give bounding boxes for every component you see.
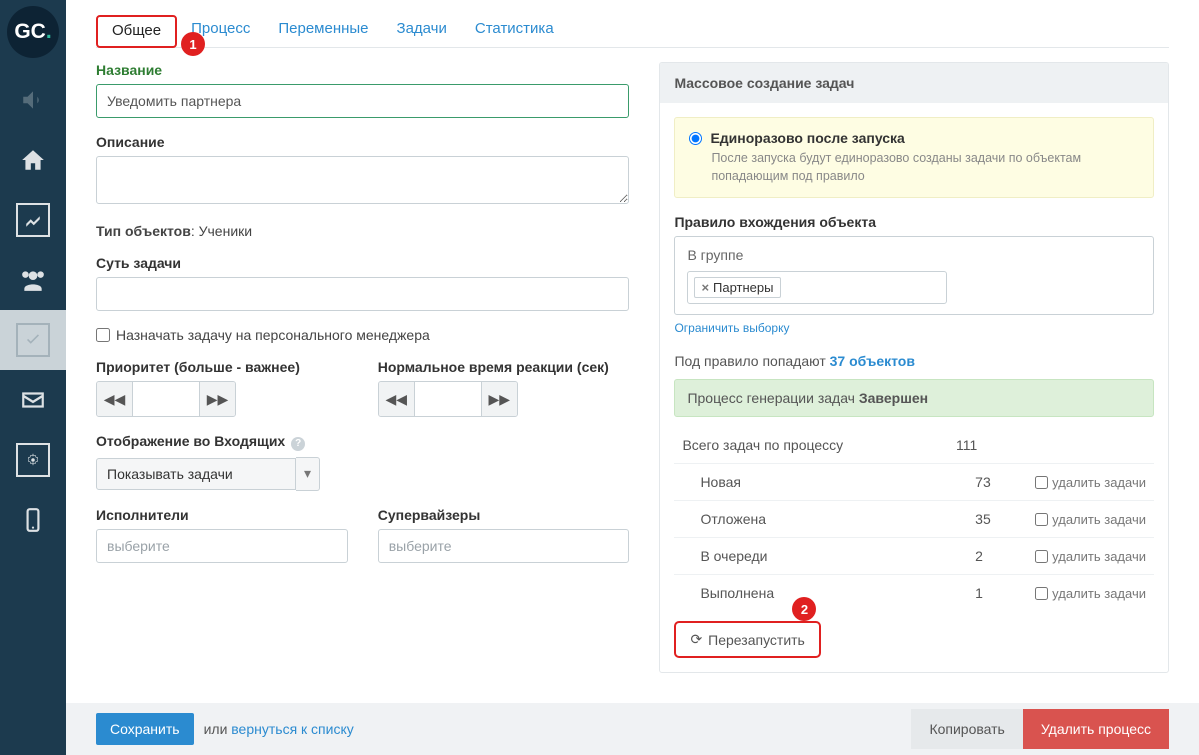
- total-label: Всего задач по процессу: [682, 437, 956, 453]
- obj-type-label: Тип объектов: [96, 223, 191, 239]
- save-button[interactable]: Сохранить: [96, 713, 194, 745]
- reaction-dec-icon[interactable]: ◀◀: [379, 382, 415, 416]
- supervisors-label: Супервайзеры: [378, 507, 630, 523]
- inbox-label: Отображение во Входящих?: [96, 433, 629, 451]
- name-input[interactable]: [96, 84, 629, 118]
- stats-table: Всего задач по процессу 111 Новая 73 уда…: [674, 427, 1154, 611]
- reaction-inc-icon[interactable]: ▶▶: [481, 382, 517, 416]
- row-done-del-checkbox[interactable]: [1035, 587, 1048, 600]
- row-new-del-checkbox[interactable]: [1035, 476, 1048, 489]
- speaker-icon[interactable]: [0, 70, 66, 130]
- launch-mode-box: Единоразово после запуска После запуска …: [674, 117, 1154, 198]
- back-link[interactable]: вернуться к списку: [231, 721, 353, 737]
- mass-panel: Массовое создание задач Единоразово посл…: [659, 62, 1169, 673]
- logo-dot: .: [46, 20, 52, 44]
- inbox-select[interactable]: Показывать задачи: [96, 458, 296, 490]
- supervisors-input[interactable]: выберите: [378, 529, 630, 563]
- priority-dec-icon[interactable]: ◀◀: [97, 382, 133, 416]
- obj-type-value: Ученики: [199, 223, 252, 239]
- tab-stats[interactable]: Статистика: [461, 14, 568, 47]
- priority-label: Приоритет (больше - важнее): [96, 359, 348, 375]
- priority-value[interactable]: [133, 382, 199, 416]
- tag-partners: ×Партнеры: [694, 277, 780, 298]
- main-content: Общее Процесс Переменные Задачи Статисти…: [66, 0, 1199, 703]
- objects-link[interactable]: 37 объектов: [830, 353, 915, 369]
- mail-icon[interactable]: [0, 370, 66, 430]
- panel-header: Массовое создание задач: [660, 63, 1168, 103]
- row-postponed-label: Отложена: [682, 511, 975, 527]
- priority-stepper[interactable]: ◀◀ ▶▶: [96, 381, 236, 417]
- once-desc: После запуска будут единоразово созданы …: [711, 150, 1139, 185]
- name-label: Название: [96, 62, 629, 78]
- assign-pm-checkbox[interactable]: [96, 328, 110, 342]
- refresh-icon: ⟳: [690, 631, 702, 648]
- logo-c: C: [31, 20, 46, 44]
- rule-tag-input[interactable]: ×Партнеры: [687, 271, 947, 304]
- total-value: 111: [956, 437, 1016, 453]
- footer: Сохранить или вернуться к списку Копиров…: [66, 703, 1199, 755]
- gen-status: Процесс генерации задач Завершен: [674, 379, 1154, 417]
- copy-button[interactable]: Копировать: [911, 709, 1022, 749]
- once-label: Единоразово после запуска: [710, 130, 904, 146]
- essence-label: Суть задачи: [96, 255, 629, 271]
- reaction-stepper[interactable]: ◀◀ ▶▶: [378, 381, 518, 417]
- essence-input[interactable]: [96, 277, 629, 311]
- tabs: Общее Процесс Переменные Задачи Статисти…: [96, 0, 1169, 48]
- help-icon[interactable]: ?: [291, 437, 305, 451]
- row-postponed-del-checkbox[interactable]: [1035, 513, 1048, 526]
- executors-label: Исполнители: [96, 507, 348, 523]
- chart-icon[interactable]: [0, 190, 66, 250]
- left-column: Название Описание Тип объектов: Ученики …: [96, 62, 629, 673]
- rule-label: Правило вхождения объекта: [674, 214, 1154, 230]
- rule-group-label: В группе: [687, 247, 1141, 263]
- reaction-value[interactable]: [415, 382, 481, 416]
- badge-2: 2: [792, 597, 816, 621]
- tasks-icon[interactable]: [0, 310, 66, 370]
- right-column: Массовое создание задач Единоразово посл…: [659, 62, 1169, 673]
- restart-button[interactable]: ⟳ Перезапустить: [674, 621, 820, 658]
- tag-remove-icon[interactable]: ×: [701, 280, 709, 295]
- tab-general[interactable]: Общее: [96, 15, 177, 48]
- rule-count: Под правило попадают 37 объектов: [674, 353, 1154, 369]
- mobile-icon[interactable]: [0, 490, 66, 550]
- assign-pm-label: Назначать задачу на персонального менедж…: [116, 327, 430, 343]
- executors-input[interactable]: выберите: [96, 529, 348, 563]
- limit-link[interactable]: Ограничить выборку: [674, 321, 789, 335]
- row-queue-val: 2: [975, 548, 1035, 564]
- logo: GC.: [7, 6, 59, 58]
- rule-box: В группе ×Партнеры: [674, 236, 1154, 315]
- desc-label: Описание: [96, 134, 629, 150]
- row-queue-del-checkbox[interactable]: [1035, 550, 1048, 563]
- once-radio[interactable]: [689, 132, 702, 145]
- desc-textarea[interactable]: [96, 156, 629, 204]
- row-postponed-val: 35: [975, 511, 1035, 527]
- sidebar: GC.: [0, 0, 66, 755]
- badge-1: 1: [181, 32, 205, 56]
- users-icon[interactable]: [0, 250, 66, 310]
- row-queue-label: В очереди: [682, 548, 975, 564]
- row-new-val: 73: [975, 474, 1035, 490]
- chevron-down-icon[interactable]: ▾: [296, 457, 320, 491]
- row-done-label: Выполнена: [682, 585, 975, 601]
- row-new-label: Новая: [682, 474, 975, 490]
- tab-tasks[interactable]: Задачи: [383, 14, 461, 47]
- row-done-val: 1: [975, 585, 1035, 601]
- home-icon[interactable]: [0, 130, 66, 190]
- logo-g: G: [14, 20, 30, 44]
- reaction-label: Нормальное время реакции (сек): [378, 359, 630, 375]
- tab-vars[interactable]: Переменные: [264, 14, 382, 47]
- priority-inc-icon[interactable]: ▶▶: [199, 382, 235, 416]
- settings-box-icon[interactable]: [0, 430, 66, 490]
- delete-button[interactable]: Удалить процесс: [1023, 709, 1169, 749]
